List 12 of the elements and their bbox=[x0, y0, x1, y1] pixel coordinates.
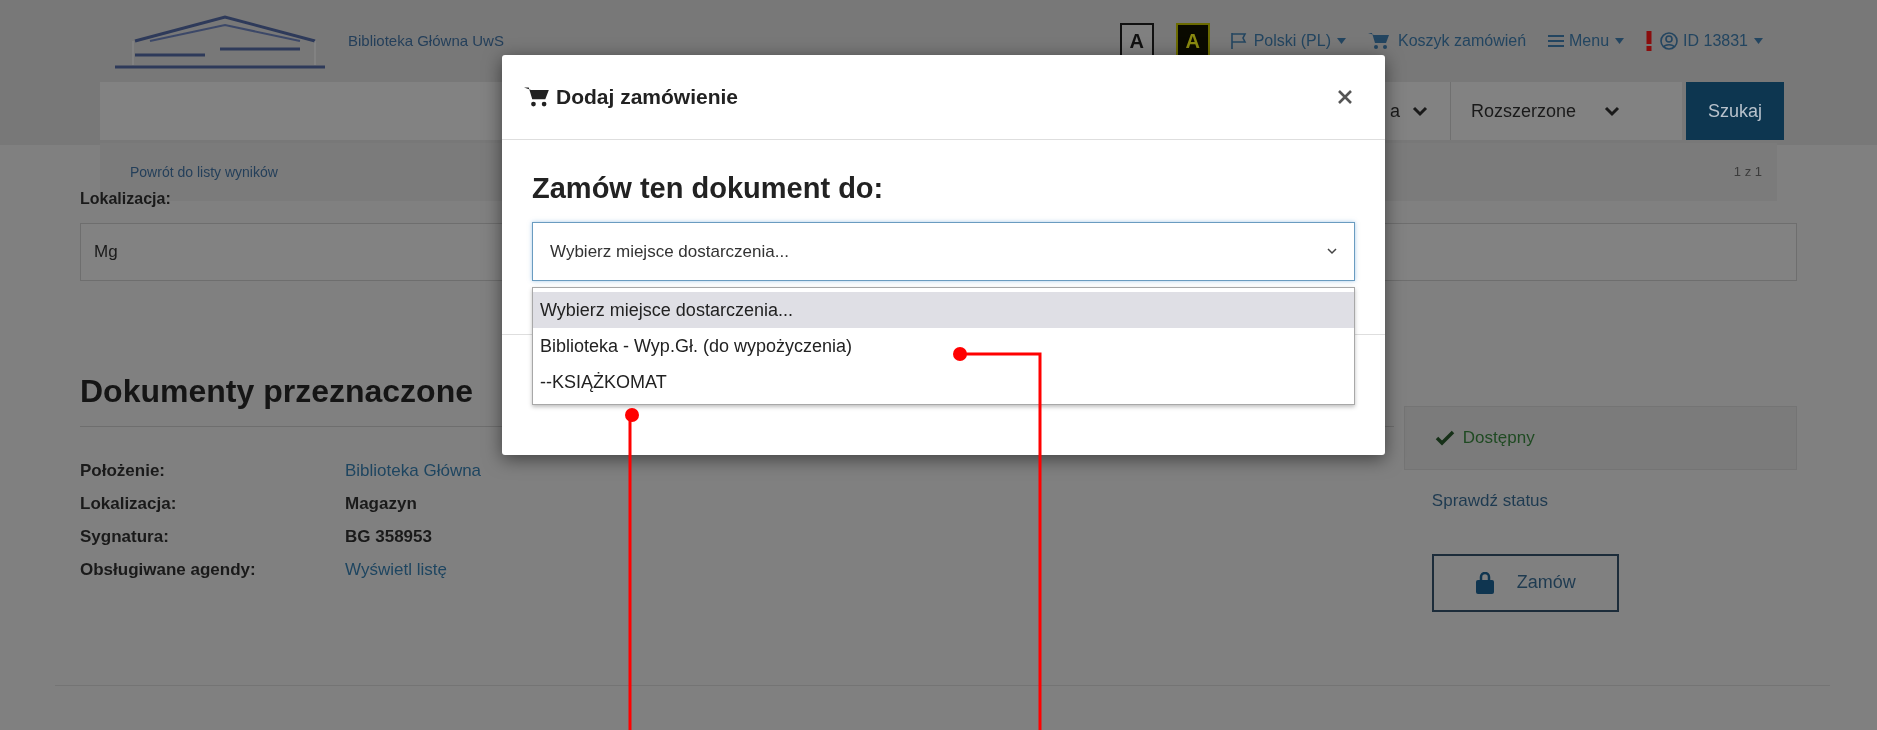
result-counter: 1 z 1 bbox=[1733, 163, 1762, 182]
detail-label: Sygnatura: bbox=[80, 526, 169, 548]
detail-label: Położenie: bbox=[80, 460, 165, 482]
detail-label: Obsługiwane agendy: bbox=[80, 559, 256, 581]
detail-label: Lokalizacja: bbox=[80, 493, 177, 515]
section-heading: Dokumenty przeznaczone bbox=[80, 372, 473, 411]
dialog-heading: Zamów ten dokument do: bbox=[532, 171, 885, 206]
location-label: Lokalizacja: bbox=[80, 189, 171, 209]
detail-value: Magazyn bbox=[345, 493, 417, 515]
detail-value: BG 358953 bbox=[345, 526, 432, 548]
status-text: Dostępny bbox=[1462, 427, 1535, 450]
dialog-title: Dodaj zamówienie bbox=[556, 84, 739, 111]
